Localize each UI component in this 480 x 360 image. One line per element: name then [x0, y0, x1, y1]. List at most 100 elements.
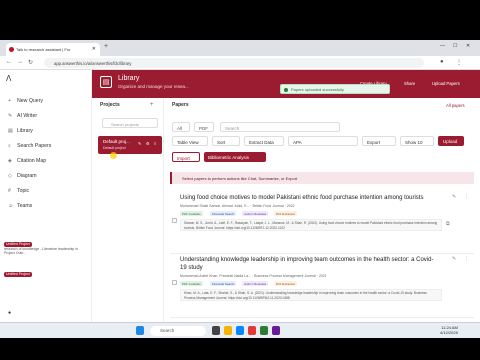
- site-favicon: [9, 47, 14, 52]
- check-icon: [284, 87, 288, 92]
- book-icon: ▤: [8, 128, 13, 134]
- paper-title[interactable]: Using food choice motives to model Pakis…: [180, 194, 440, 202]
- paper-title[interactable]: Understanding knowledge leadership in im…: [180, 256, 440, 272]
- edit-icon[interactable]: ✎: [138, 141, 141, 146]
- tag-metadata: Author Metadata: [242, 211, 269, 216]
- add-project-icon[interactable]: +: [150, 102, 154, 108]
- paper-checkbox[interactable]: [172, 218, 177, 223]
- profile-icon[interactable]: ●: [440, 59, 444, 65]
- papers-heading: Papers: [172, 102, 189, 108]
- project-description: Default project: [103, 146, 126, 150]
- sidebar-item-citation-map[interactable]: ◈ Citation Map: [8, 158, 46, 164]
- recent-project[interactable]: Untitled Project research of knowledge -…: [4, 242, 88, 256]
- table-view-button[interactable]: Table View: [172, 136, 208, 146]
- share-button[interactable]: Share: [404, 81, 415, 86]
- paper-year: 2021: [318, 274, 327, 278]
- screen-frame: Talk to research assistant | Fro ✕ + — ☐…: [0, 40, 480, 322]
- sidebar-item-new-query[interactable]: + New Query: [8, 98, 43, 104]
- reload-icon[interactable]: ↻: [28, 59, 33, 66]
- import-button[interactable]: Import: [172, 152, 200, 162]
- settings-icon[interactable]: ⚙: [146, 141, 150, 146]
- chrome-icon[interactable]: [248, 326, 256, 335]
- paper-search-input[interactable]: Search: [220, 122, 340, 132]
- sidebar-item-library[interactable]: ▤ Library: [8, 128, 33, 134]
- tag-search: Financial Search: [210, 281, 237, 286]
- app-icon[interactable]: [272, 326, 280, 335]
- app: Λ + New Query ✎ AI Writer ▤ Library ⌕ Search…: [0, 70, 480, 322]
- back-icon[interactable]: ←: [6, 59, 12, 65]
- tag-metadata: Author Metadata: [242, 281, 269, 286]
- app-logo-icon[interactable]: Λ: [6, 74, 11, 83]
- citation-style-select[interactable]: APA: [288, 136, 358, 146]
- user-avatar[interactable]: ●: [8, 310, 11, 316]
- project-search-input[interactable]: Search projects: [102, 118, 158, 128]
- sidebar-item-label: Citation Map: [17, 158, 47, 164]
- more-icon[interactable]: ⋮: [464, 256, 469, 262]
- sidebar-item-label: Search Papers: [17, 143, 52, 149]
- window-close-icon[interactable]: ✕: [466, 43, 470, 49]
- sidebar-item-ai-writer[interactable]: ✎ AI Writer: [8, 113, 37, 119]
- sidebar-item-label: AI Writer: [17, 113, 38, 119]
- windows-start-icon[interactable]: [136, 326, 144, 335]
- sidebar-item-diagram[interactable]: ◇ Diagram: [8, 173, 37, 179]
- paper-checkbox[interactable]: [172, 280, 177, 285]
- filter-icon[interactable]: ≡: [154, 141, 156, 146]
- close-tab-icon[interactable]: ✕: [92, 46, 96, 52]
- papers-panel: Papers All papers All PDF Search Table V…: [164, 98, 480, 322]
- more-icon[interactable]: ⋮: [464, 194, 469, 200]
- toast-message: Papers uploaded successfully: [291, 87, 344, 92]
- projects-panel: Projects + Search projects Default proj.…: [92, 98, 164, 322]
- file-explorer-icon[interactable]: [224, 326, 232, 335]
- paper-card[interactable]: Using food choice motives to model Pakis…: [170, 194, 474, 254]
- forward-icon[interactable]: →: [17, 59, 23, 65]
- browser-menu-icon[interactable]: ⋮: [456, 59, 462, 66]
- bibliometric-analysis-button[interactable]: Bibliometric Analysis: [204, 152, 266, 162]
- filter-pdf-toggle[interactable]: PDF: [194, 122, 214, 132]
- sidebar-item-topic[interactable]: # Topic: [8, 188, 29, 194]
- project-name: Default proj...: [103, 139, 130, 144]
- sidebar-item-label: New Query: [17, 98, 43, 104]
- tag-pdf: PDF Available: [180, 281, 203, 286]
- edit-icon[interactable]: ✎: [452, 194, 456, 200]
- url-field[interactable]: app.answerthis.io/ai/answerthis/fdc/libr…: [44, 58, 424, 68]
- edge-icon[interactable]: [236, 326, 244, 335]
- page-title: Library: [118, 75, 140, 82]
- paper-meta: Muhammad Adeel Khan, Pramesti Nadia La..…: [180, 274, 327, 278]
- system-clock[interactable]: 11:24 AM 4/12/2025: [440, 325, 458, 335]
- diagram-icon: ◇: [8, 173, 12, 179]
- cursor-highlight: [110, 152, 117, 159]
- sidebar-item-search-papers[interactable]: ⌕ Search Papers: [8, 143, 51, 150]
- copy-icon[interactable]: ⧉: [446, 221, 450, 227]
- maximize-icon[interactable]: ☐: [453, 43, 457, 49]
- recent-project[interactable]: Untitled Project: [4, 272, 88, 277]
- new-tab-icon[interactable]: +: [104, 43, 108, 50]
- browser-tab-bar: Talk to research assistant | Fro ✕ + — ☐…: [0, 40, 480, 56]
- paper-authors: Muhammad Adeel Khan, Pramesti Nadia La..…: [180, 274, 252, 278]
- upload-papers-button[interactable]: Upload Papers: [432, 81, 460, 86]
- sidebar-item-label: Teams: [17, 203, 33, 209]
- sidebar-item-teams[interactable]: ☺ Teams: [8, 203, 32, 209]
- export-button[interactable]: Export: [362, 136, 396, 146]
- project-item-default[interactable]: Default proj... Default project ✎ ⚙ ≡: [98, 136, 162, 154]
- taskbar-search[interactable]: Search: [150, 326, 206, 336]
- extract-data-button[interactable]: Extract Data: [244, 136, 284, 146]
- filter-all-toggle[interactable]: All: [172, 122, 190, 132]
- minimize-icon[interactable]: —: [440, 43, 445, 49]
- project-summary: research of knowledge - Literature leade…: [4, 246, 78, 256]
- browser-tab[interactable]: Talk to research assistant | Fro ✕: [6, 43, 100, 56]
- sidebar-item-label: Diagram: [17, 173, 37, 179]
- upload-button[interactable]: Upload: [438, 136, 464, 146]
- sort-button[interactable]: Sort: [212, 136, 240, 146]
- show-count-select[interactable]: Show 10: [400, 136, 434, 146]
- edit-icon[interactable]: ✎: [452, 256, 456, 262]
- all-papers-link[interactable]: All papers: [446, 103, 465, 108]
- paper-year: 2022: [286, 204, 295, 208]
- paper-meta: Muhammad Shaki Sarwar, Ahmad Junid, E...…: [180, 204, 295, 208]
- paper-journal: British Food Journal: [252, 204, 284, 208]
- task-view-icon[interactable]: [212, 326, 220, 335]
- paper-card[interactable]: Understanding knowledge leadership in im…: [170, 256, 474, 318]
- tag-doi: DOI Extracted: [274, 281, 297, 286]
- app-icon[interactable]: [260, 326, 268, 335]
- map-icon: ◈: [8, 158, 12, 164]
- tag-pdf: PDF Available: [180, 211, 203, 216]
